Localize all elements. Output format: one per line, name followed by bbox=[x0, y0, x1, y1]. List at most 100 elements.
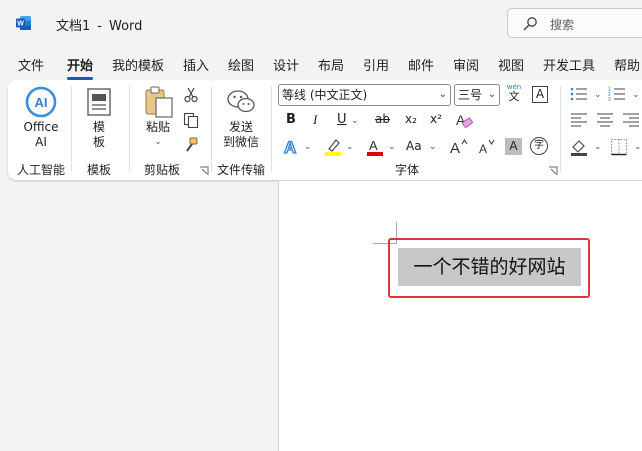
templates-label-1: 模 bbox=[92, 120, 105, 134]
chevron-down-icon[interactable]: ⌄ bbox=[351, 116, 359, 126]
character-shading-char: A bbox=[509, 139, 518, 153]
search-placeholder: 搜索 bbox=[550, 18, 575, 32]
chevron-down-icon[interactable]: ⌄ bbox=[632, 90, 640, 100]
office-ai-icon: AI bbox=[25, 86, 57, 118]
character-shading-button[interactable]: A bbox=[505, 138, 522, 155]
font-name-value: 等线 (中文正文) bbox=[282, 88, 368, 102]
svg-text:A: A bbox=[450, 140, 460, 157]
cut-icon[interactable] bbox=[183, 87, 199, 103]
ribbon-tabs: 文件 开始 我的模板 插入 绘图 设计 布局 引用 邮件 审阅 视图 开发工具 … bbox=[0, 50, 642, 80]
enclose-characters-char: 字 bbox=[534, 140, 544, 151]
group-label-transfer: 文件传输 bbox=[217, 163, 266, 177]
send-to-wechat-label-2: 到微信 bbox=[222, 135, 259, 149]
superscript-button[interactable]: x² bbox=[430, 112, 442, 126]
wechat-icon bbox=[227, 90, 255, 113]
phonetic-char: 文 bbox=[508, 90, 520, 103]
chevron-down-icon: ⌄ bbox=[438, 89, 447, 100]
group-label-templates: 模板 bbox=[87, 163, 112, 177]
svg-text:A: A bbox=[369, 138, 378, 153]
paste-button[interactable]: 粘贴 ⌄ bbox=[141, 120, 175, 150]
clear-formatting-icon[interactable]: A bbox=[455, 111, 473, 129]
bold-button[interactable]: B bbox=[286, 112, 296, 127]
font-size-select[interactable]: 三号 ⌄ bbox=[454, 84, 500, 106]
search-icon bbox=[523, 17, 537, 31]
phonetic-guide-button[interactable]: wén 文 bbox=[505, 83, 523, 105]
tab-home[interactable]: 开始 bbox=[67, 55, 94, 80]
office-ai-label-1: Office bbox=[23, 120, 59, 134]
tab-design[interactable]: 设计 bbox=[273, 55, 299, 74]
svg-text:3: 3 bbox=[608, 97, 611, 102]
send-to-wechat-label-1: 发送 bbox=[228, 120, 253, 134]
chevron-down-icon[interactable]: ⌄ bbox=[304, 142, 312, 152]
tab-mailings[interactable]: 邮件 bbox=[408, 55, 434, 74]
font-dialog-launcher-icon[interactable] bbox=[548, 166, 558, 176]
chevron-down-icon[interactable]: ⌄ bbox=[346, 142, 354, 152]
chevron-down-icon[interactable]: ⌄ bbox=[594, 90, 602, 100]
group-divider bbox=[271, 86, 272, 172]
subscript-button[interactable]: x₂ bbox=[405, 112, 417, 126]
word-logo-icon: W bbox=[16, 16, 31, 30]
character-border-button[interactable]: A bbox=[532, 86, 548, 103]
underline-button[interactable]: U bbox=[337, 112, 347, 127]
svg-text:W: W bbox=[17, 21, 24, 28]
app-name: Word bbox=[108, 19, 143, 34]
copy-icon[interactable] bbox=[183, 112, 199, 128]
chevron-down-icon[interactable]: ⌄ bbox=[634, 142, 642, 152]
clipboard-launcher-icon[interactable] bbox=[199, 166, 209, 176]
highlighter-icon[interactable] bbox=[323, 137, 343, 157]
templates-button[interactable]: 模 板 bbox=[86, 120, 112, 150]
document-page[interactable] bbox=[278, 181, 642, 451]
tab-references[interactable]: 引用 bbox=[363, 55, 389, 74]
bullets-icon[interactable] bbox=[570, 86, 588, 102]
window-title: 文档1- Word bbox=[56, 15, 142, 34]
align-right-icon[interactable] bbox=[622, 113, 640, 127]
tab-file[interactable]: 文件 bbox=[18, 55, 44, 74]
character-border-char: A bbox=[535, 87, 545, 101]
paste-dropdown-icon: ⌄ bbox=[154, 137, 162, 147]
align-center-icon[interactable] bbox=[596, 113, 614, 127]
group-divider bbox=[211, 86, 212, 172]
group-label-ai: 人工智能 bbox=[17, 163, 66, 177]
chevron-down-icon[interactable]: ⌄ bbox=[388, 142, 396, 152]
svg-text:A: A bbox=[479, 142, 487, 156]
font-color-icon[interactable]: A bbox=[365, 137, 385, 157]
font-name-select[interactable]: 等线 (中文正文) ⌄ bbox=[278, 84, 451, 106]
change-case-button[interactable]: Aa bbox=[406, 139, 422, 153]
shrink-font-icon[interactable]: A bbox=[477, 137, 497, 157]
text-effects-icon[interactable]: A bbox=[282, 137, 302, 157]
grow-font-icon[interactable]: A bbox=[449, 137, 469, 157]
search-box[interactable]: 搜索 bbox=[507, 8, 642, 38]
chevron-down-icon[interactable]: ⌄ bbox=[429, 142, 437, 152]
tab-help[interactable]: 帮助 bbox=[614, 55, 640, 74]
tab-draw[interactable]: 绘图 bbox=[228, 55, 254, 74]
templates-label-2: 板 bbox=[92, 135, 105, 149]
numbering-icon[interactable]: 1 2 3 bbox=[608, 86, 626, 102]
title-bar: W 文档1- Word 搜索 bbox=[0, 0, 642, 46]
borders-icon[interactable] bbox=[610, 138, 628, 156]
italic-button[interactable]: I bbox=[313, 112, 317, 128]
tab-view[interactable]: 视图 bbox=[498, 55, 524, 74]
font-size-value: 三号 bbox=[458, 88, 483, 102]
chevron-down-icon[interactable]: ⌄ bbox=[594, 142, 602, 152]
document-name: 文档1 bbox=[56, 19, 91, 34]
svg-text:A: A bbox=[284, 138, 296, 157]
enclose-characters-button[interactable]: 字 bbox=[530, 137, 548, 155]
chevron-down-icon: ⌄ bbox=[487, 89, 496, 100]
tab-layout[interactable]: 布局 bbox=[318, 55, 344, 74]
group-divider bbox=[129, 86, 130, 172]
send-to-wechat-button[interactable]: 发送 到微信 bbox=[218, 120, 264, 150]
paste-icon bbox=[145, 86, 173, 118]
annotation-highlight-box bbox=[388, 238, 590, 298]
strikethrough-button[interactable]: ab bbox=[375, 112, 390, 126]
paste-label: 粘贴 bbox=[145, 120, 170, 134]
office-ai-button[interactable]: Office AI bbox=[19, 120, 63, 150]
tab-developer[interactable]: 开发工具 bbox=[543, 55, 595, 74]
paragraph-shading-icon[interactable] bbox=[570, 138, 588, 156]
align-left-icon[interactable] bbox=[570, 113, 588, 127]
group-label-clipboard: 剪贴板 bbox=[144, 163, 181, 177]
tab-review[interactable]: 审阅 bbox=[453, 55, 479, 74]
title-separator: - bbox=[97, 19, 102, 34]
format-painter-icon[interactable] bbox=[183, 137, 199, 153]
tab-my-templates[interactable]: 我的模板 bbox=[112, 55, 164, 74]
tab-insert[interactable]: 插入 bbox=[183, 55, 209, 74]
